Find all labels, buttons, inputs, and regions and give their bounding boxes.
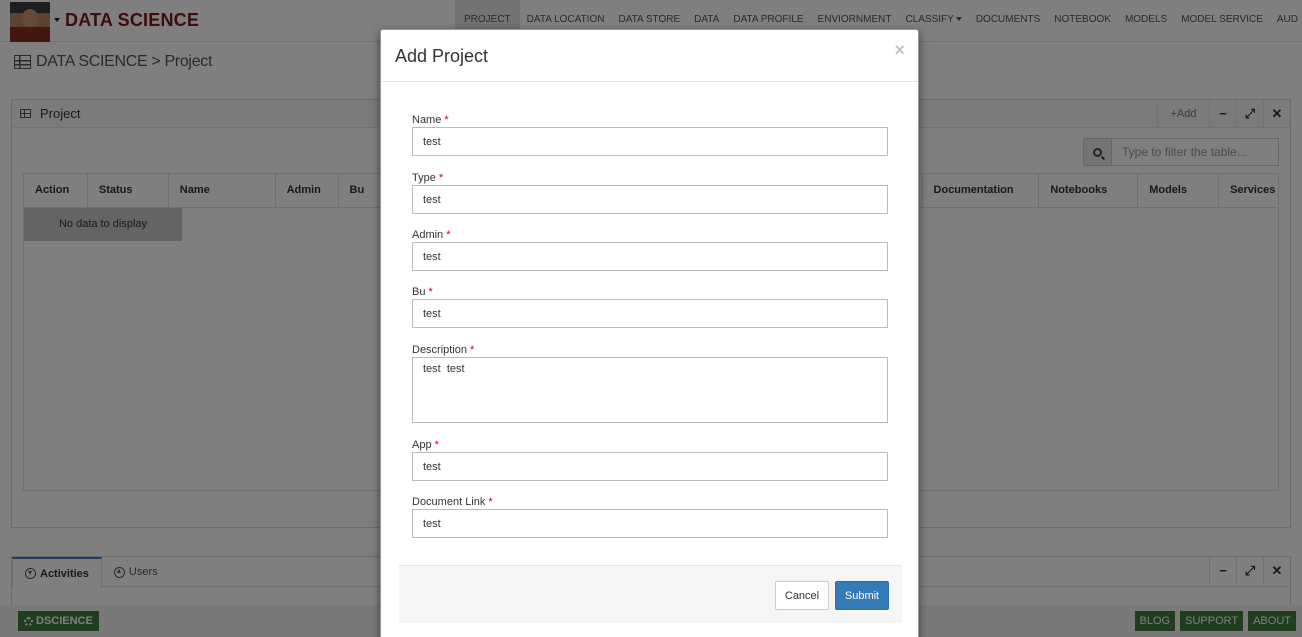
document-link-input[interactable] (412, 509, 888, 538)
type-input[interactable] (412, 185, 888, 214)
bu-field: Bu * (412, 285, 889, 328)
required-marker: * (434, 439, 439, 451)
required-marker: * (488, 496, 493, 508)
type-label: Type * (412, 172, 444, 184)
document-link-field: Document Link * (412, 495, 889, 538)
modal-header: Add Project × (381, 30, 918, 82)
required-marker: * (446, 229, 451, 241)
required-marker: * (428, 286, 433, 298)
bu-input[interactable] (412, 299, 888, 328)
name-field: Name * (412, 113, 889, 156)
document-link-label: Document Link * (412, 496, 493, 508)
required-marker: * (470, 344, 475, 356)
required-marker: * (438, 172, 444, 184)
admin-input[interactable] (412, 242, 888, 271)
description-field: Description * test test (412, 343, 889, 423)
admin-label: Admin * (412, 229, 451, 241)
required-marker: * (444, 114, 449, 126)
bu-label: Bu * (412, 286, 433, 298)
app-field: App * (412, 438, 889, 481)
app-label: App * (412, 439, 439, 451)
name-input[interactable] (412, 127, 888, 156)
type-field: Type * (412, 171, 889, 214)
submit-button[interactable]: Submit (835, 581, 889, 610)
modal-footer: Cancel Submit (399, 565, 902, 623)
cancel-button[interactable]: Cancel (775, 581, 829, 610)
admin-field: Admin * (412, 228, 889, 271)
add-project-dialog: Add Project × Name* Type* Admin* Bu* Des… (380, 29, 919, 637)
description-textarea[interactable]: test test (412, 357, 888, 423)
description-label: Description * (412, 344, 475, 356)
close-icon[interactable]: × (894, 40, 905, 61)
name-label: Name * (412, 114, 449, 126)
modal-title: Add Project (395, 46, 489, 66)
app-input[interactable] (412, 452, 888, 481)
